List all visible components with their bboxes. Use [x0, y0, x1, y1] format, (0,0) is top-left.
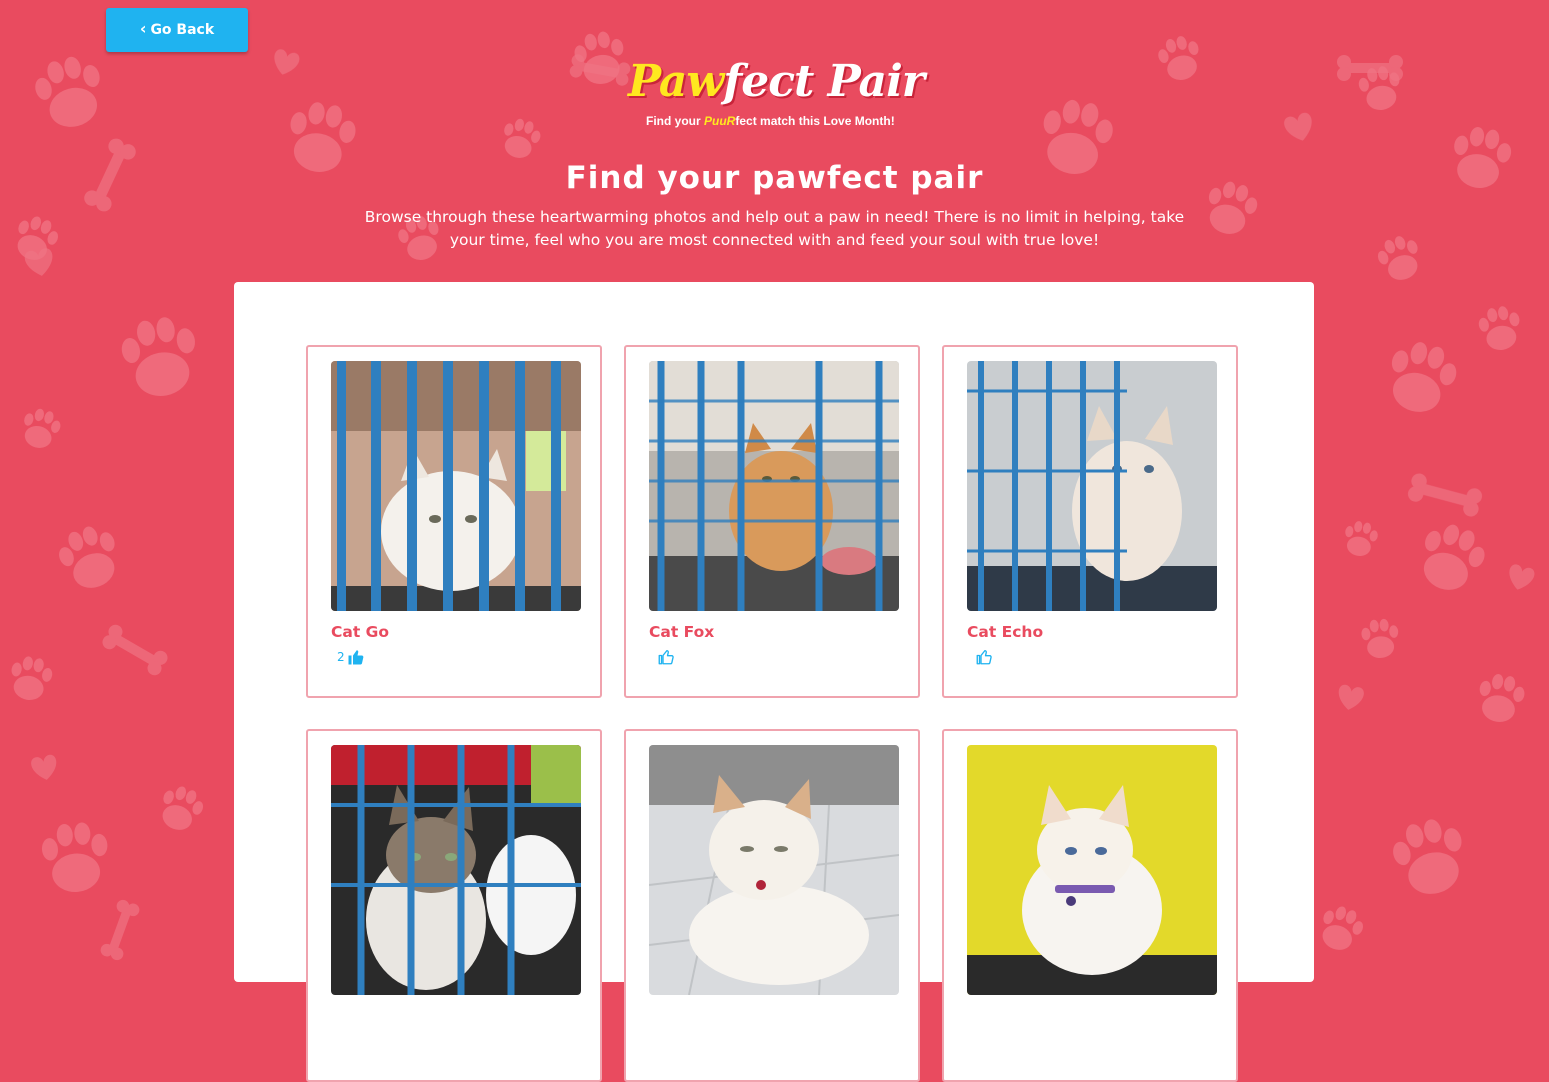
tagline-post: fect match this Love Month!	[735, 114, 895, 128]
cat-gallery-panel: Cat Go 2 Cat Fox Cat Echo	[234, 282, 1314, 1082]
cat-card[interactable]: Cat Go 2	[306, 345, 602, 698]
cat-name: Cat Go	[331, 623, 390, 641]
logo-rest-text: fect Pair	[723, 56, 925, 107]
tagline-pre: Find your	[646, 114, 704, 128]
cat-card[interactable]: Cat Echo	[942, 345, 1238, 698]
cat-photo[interactable]	[967, 361, 1217, 611]
cat-card[interactable]	[306, 729, 602, 1082]
thumbs-up-icon	[348, 650, 364, 665]
cat-card[interactable]: Cat Fox	[624, 345, 920, 698]
tagline-purr: PuuR	[704, 114, 736, 128]
go-back-label: Go Back	[150, 22, 215, 38]
pawfect-pair-logo: Pawfect Pair Find your PuuRfect match th…	[628, 52, 925, 132]
go-back-button[interactable]: ‹ Go Back	[106, 8, 248, 52]
cat-photo[interactable]	[331, 361, 581, 611]
logo-paw-text: Paw	[628, 56, 724, 107]
thumbs-up-outline-icon	[976, 649, 992, 665]
page-title: Find your pawfect pair	[565, 160, 984, 196]
like-button[interactable]	[973, 648, 993, 666]
like-count: 2	[337, 650, 345, 664]
cat-name: Cat Fox	[649, 623, 715, 641]
chevron-left-icon: ‹	[139, 19, 147, 38]
cat-card[interactable]	[624, 729, 920, 1082]
cat-photo[interactable]	[649, 745, 899, 995]
like-button[interactable]: 2	[337, 648, 365, 666]
cat-photo[interactable]	[649, 361, 899, 611]
logo-wordmark: Pawfect Pair	[628, 52, 925, 112]
cat-photo[interactable]	[967, 745, 1217, 995]
thumbs-up-outline-icon	[658, 649, 674, 665]
page-subtitle: Browse through these heartwarming photos…	[364, 208, 1185, 249]
cat-name: Cat Echo	[967, 623, 1044, 641]
cat-photo[interactable]	[331, 745, 581, 995]
like-button[interactable]	[655, 648, 675, 666]
cat-card[interactable]	[942, 729, 1238, 1082]
logo-tagline: Find your PuuRfect match this Love Month…	[646, 114, 895, 128]
